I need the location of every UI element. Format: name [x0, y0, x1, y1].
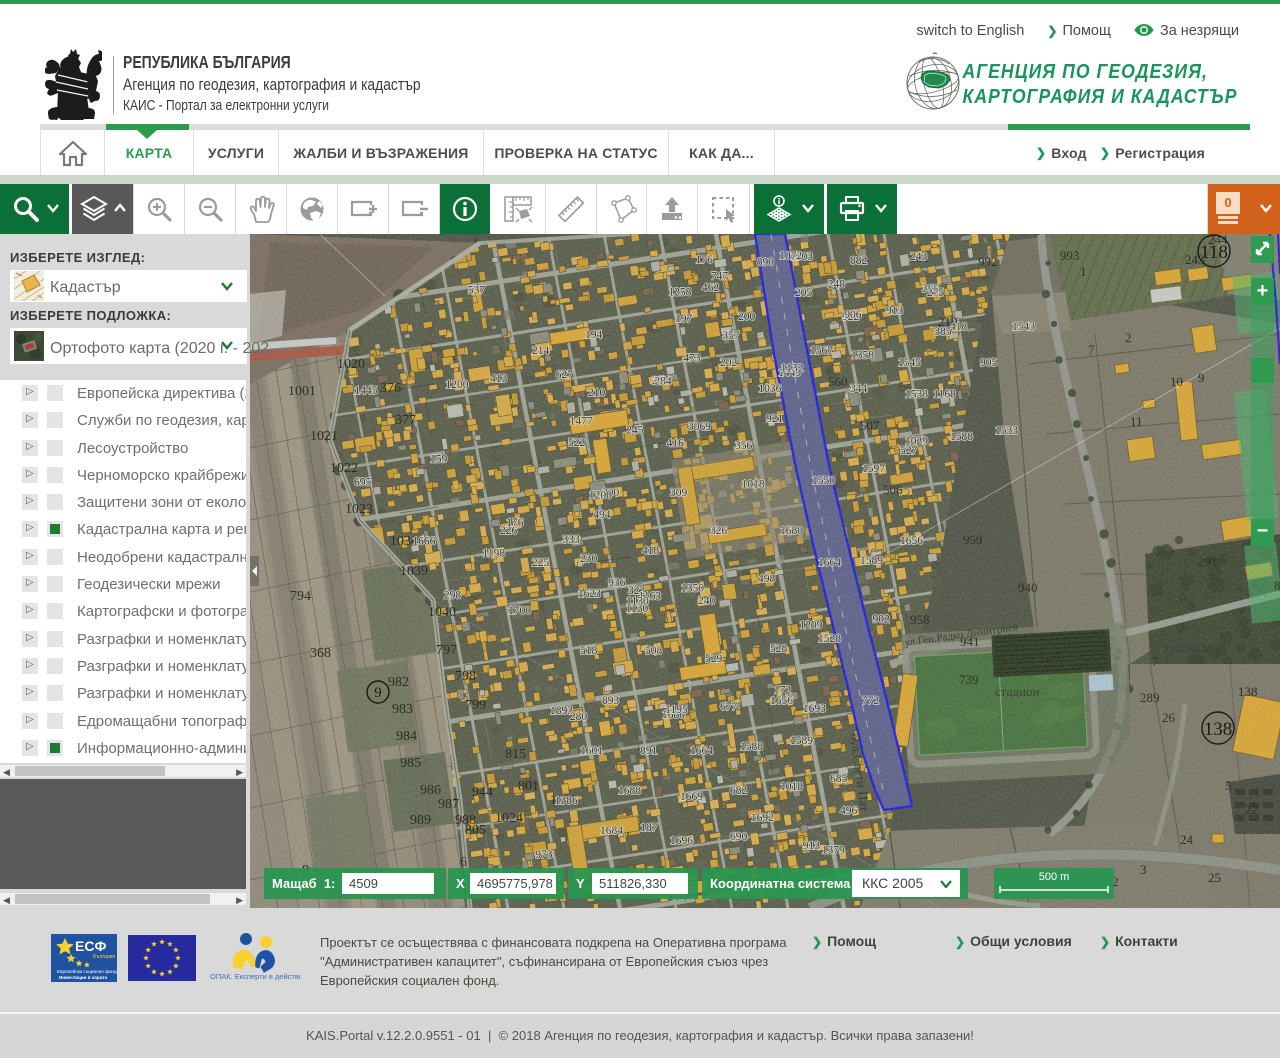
- svg-text:118: 118: [1200, 242, 1228, 263]
- svg-text:ЕСФ: ЕСФ: [75, 938, 106, 954]
- svg-text:9: 9: [374, 685, 382, 701]
- svg-text:138: 138: [1204, 719, 1233, 740]
- svg-text:България: България: [93, 954, 115, 960]
- svg-text:Европейски социален фонд: Европейски социален фонд: [57, 968, 117, 974]
- svg-text:Инвестиции в хората: Инвестиции в хората: [59, 975, 108, 980]
- svg-text:ОПАК. Експерти в действие: ОПАК. Експерти в действие: [210, 972, 300, 981]
